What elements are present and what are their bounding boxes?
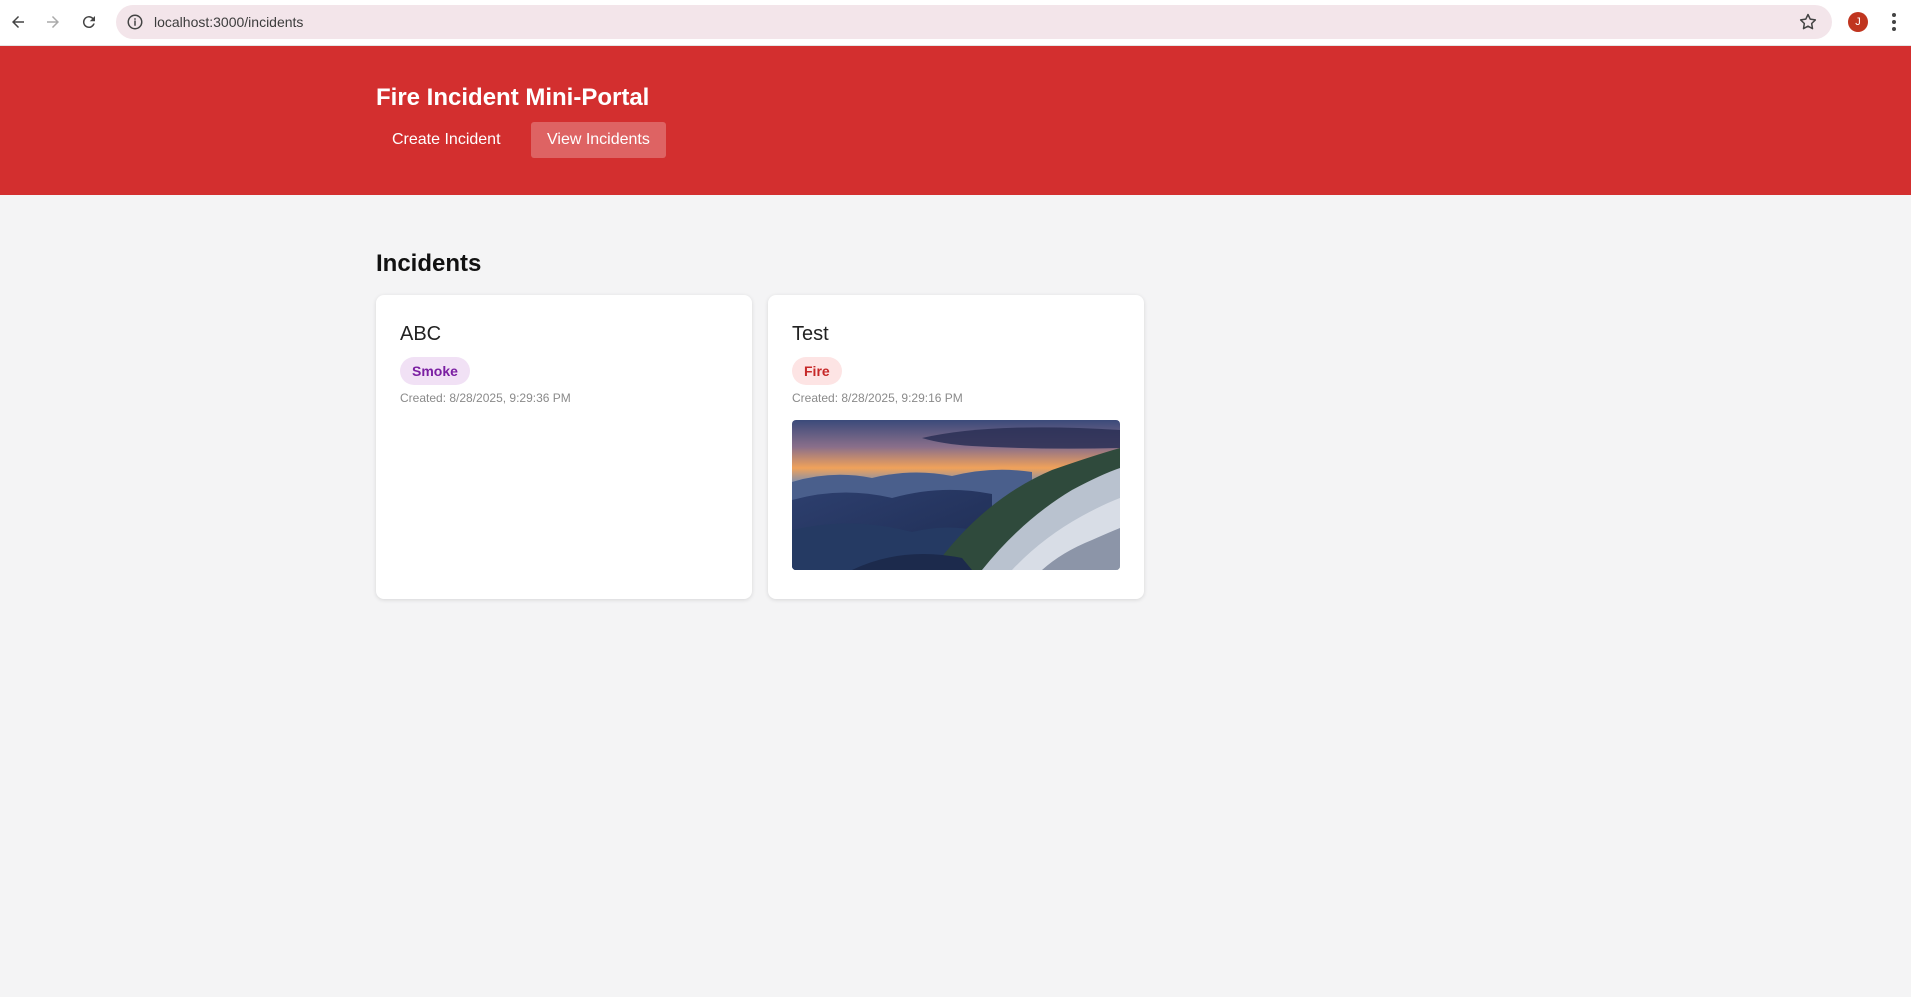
- incident-created-time: Created: 8/28/2025, 9:29:16 PM: [792, 391, 963, 405]
- incident-title: ABC: [400, 323, 442, 345]
- info-icon[interactable]: [126, 13, 144, 31]
- back-button[interactable]: [6, 10, 30, 34]
- browser-toolbar: localhost:3000/incidents J: [0, 0, 1911, 46]
- url-text[interactable]: localhost:3000/incidents: [154, 14, 303, 30]
- kebab-menu-icon[interactable]: [1884, 11, 1904, 33]
- bookmark-star-icon[interactable]: [1798, 12, 1818, 32]
- incident-photo: [792, 420, 1120, 570]
- reload-button[interactable]: [77, 10, 101, 34]
- incident-type-badge: Fire: [792, 357, 842, 385]
- incident-created-time: Created: 8/28/2025, 9:29:36 PM: [400, 391, 571, 405]
- nav-create-incident[interactable]: Create Incident: [376, 122, 517, 158]
- mountain-landscape-image: [792, 420, 1120, 570]
- incident-card: Test Fire Created: 8/28/2025, 9:29:16 PM: [768, 295, 1144, 599]
- forward-button[interactable]: [41, 10, 65, 34]
- app-title: Fire Incident Mini-Portal: [376, 84, 650, 111]
- page-title: Incidents: [376, 250, 482, 277]
- profile-avatar[interactable]: J: [1848, 12, 1868, 32]
- address-bar[interactable]: localhost:3000/incidents: [116, 5, 1832, 39]
- arrow-right-icon: [47, 16, 59, 28]
- arrow-left-icon: [12, 16, 24, 28]
- app-header: Fire Incident Mini-Portal Create Inciden…: [0, 46, 1911, 195]
- nav-view-incidents[interactable]: View Incidents: [531, 122, 666, 158]
- incident-card: ABC Smoke Created: 8/28/2025, 9:29:36 PM: [376, 295, 752, 599]
- incident-type-badge: Smoke: [400, 357, 470, 385]
- incident-title: Test: [792, 323, 829, 345]
- reload-icon: [82, 16, 95, 29]
